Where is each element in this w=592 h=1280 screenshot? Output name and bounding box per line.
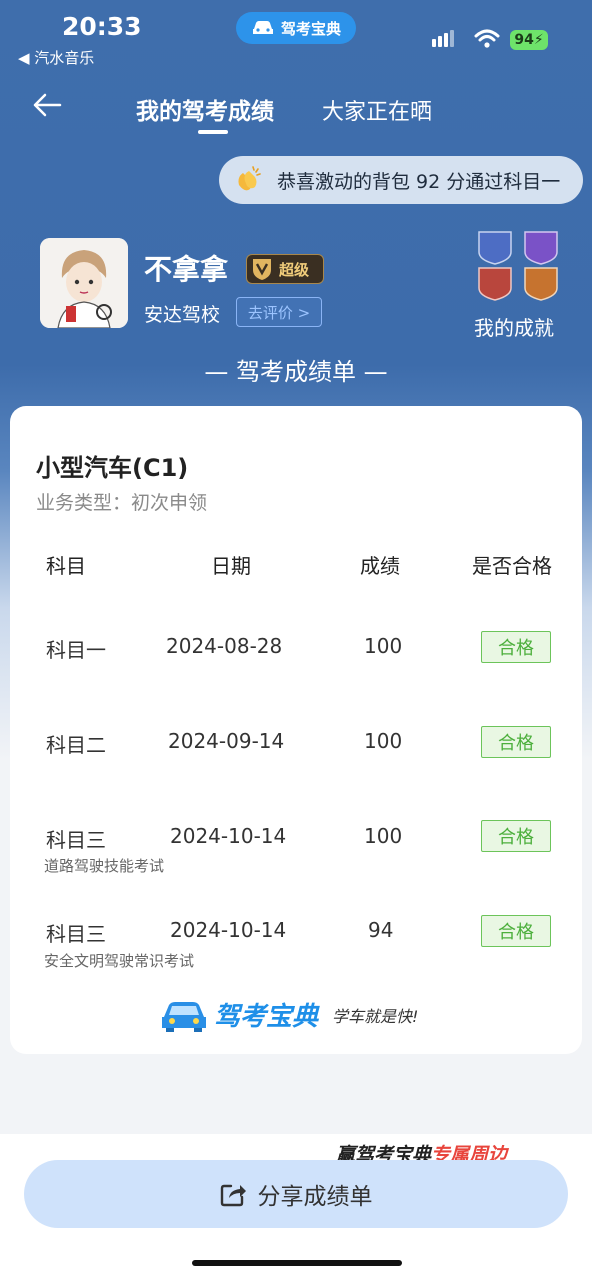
tab-my-scores[interactable]: 我的驾考成绩 [136,92,274,126]
car-icon [252,21,273,34]
row-score: 94 [368,918,394,942]
my-achievements-label[interactable]: 我的成就 [474,312,554,341]
row-score: 100 [364,634,403,658]
username: 不拿拿 [144,253,229,286]
row-subject: 科目三 [46,828,106,852]
pass-badge: 合格 [481,915,551,947]
share-button-label: 分享成绩单 [257,1184,373,1210]
pass-badge: 合格 [481,726,551,758]
app-pill-label: 驾考宝典 [280,19,341,38]
signal-icon [432,30,456,51]
congrats-text: 恭喜激动的背包 92 分通过科目一 [277,170,561,193]
header-score: 成绩 [360,554,400,578]
brand-name: 驾考宝典 [214,1002,319,1032]
report-title: — 驾考成绩单 — [204,358,388,386]
tab-everyone-sharing[interactable]: 大家正在晒 [322,94,432,126]
pass-badge: 合格 [481,820,551,852]
back-to-app-link[interactable]: ◀ 汽水音乐 [18,47,94,68]
row-date: 2024-10-14 [170,918,287,942]
back-arrow-icon[interactable] [30,88,64,122]
review-button[interactable]: 去评价 > [236,297,322,327]
vip-badge[interactable]: 超级 [246,254,324,284]
home-indicator[interactable] [192,1260,402,1266]
row-score: 100 [364,824,403,848]
pass-badge: 合格 [481,631,551,663]
status-time: 20:33 [62,12,142,41]
avatar[interactable] [40,238,128,328]
row-note: 道路驾驶技能考试 [44,857,165,875]
clapping-hands-icon [238,166,261,191]
header-subject: 科目 [46,554,86,578]
vip-shield-icon [253,259,271,280]
wifi-icon [474,29,500,48]
driving-school: 安达驾校 [144,304,221,326]
share-report-button[interactable]: 分享成绩单 [24,1160,568,1228]
row-date: 2024-08-28 [166,634,283,658]
app-pill[interactable]: 驾考宝典 [236,12,356,44]
brand-logo: 驾考宝典 学车就是快! [160,996,418,1033]
row-note: 安全文明驾驶常识考试 [44,952,195,970]
active-tab-indicator [198,130,228,134]
row-date: 2024-10-14 [170,824,287,848]
header-pass: 是否合格 [472,554,552,578]
row-score: 100 [364,729,403,753]
battery-icon: 94 ⚡ [510,30,548,50]
share-icon [220,1184,246,1207]
avatar-image [40,238,128,328]
car-type: 小型汽车(C1) [36,454,189,482]
row-subject: 科目一 [46,638,106,662]
row-subject: 科目二 [46,733,106,757]
row-date: 2024-09-14 [168,729,285,753]
car-logo-icon [162,1001,206,1032]
business-type: 业务类型：初次申领 [36,492,208,514]
achievement-badges-icon[interactable] [476,228,560,304]
congrats-banner[interactable]: 恭喜激动的背包 92 分通过科目一 [219,156,583,204]
vip-label: 超级 [279,260,310,279]
row-subject: 科目三 [46,922,106,946]
header-date: 日期 [211,554,251,578]
brand-slogan: 学车就是快! [332,1006,419,1026]
battery-level: 94 [514,32,534,48]
